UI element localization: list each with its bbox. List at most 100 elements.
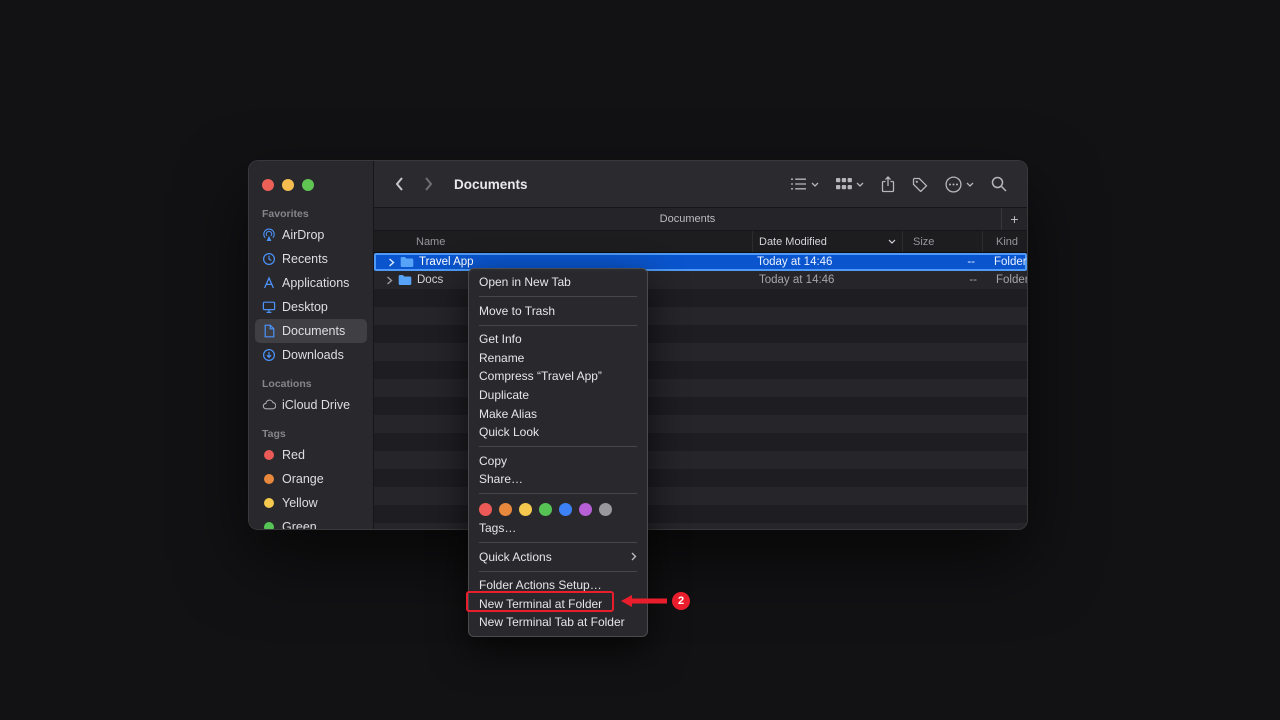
file-size: -- (903, 274, 983, 286)
clock-icon (262, 252, 276, 266)
search-button[interactable] (991, 176, 1007, 192)
menu-item-compress[interactable]: Compress “Travel App” (469, 367, 647, 386)
sidebar-item-label: Orange (282, 472, 324, 486)
desktop-icon (262, 300, 276, 314)
menu-item-label: Quick Actions (479, 548, 552, 567)
folder-icon (400, 256, 414, 268)
forward-button[interactable] (418, 173, 440, 195)
menu-item-open-in-new-tab[interactable]: Open in New Tab (469, 273, 647, 292)
tag-dot-blue[interactable] (559, 503, 572, 516)
sidebar-item-recents[interactable]: Recents (255, 247, 367, 271)
sidebar-item-label: iCloud Drive (282, 398, 350, 412)
tab-bar: Documents + (374, 207, 1027, 231)
sidebar-item-label: Applications (282, 276, 349, 290)
tag-dot-purple[interactable] (579, 503, 592, 516)
sidebar-item-label: Downloads (282, 348, 344, 362)
menu-item-make-alias[interactable]: Make Alias (469, 405, 647, 424)
tag-dot-green[interactable] (539, 503, 552, 516)
menu-item-copy[interactable]: Copy (469, 452, 647, 471)
close-window-button[interactable] (262, 179, 274, 191)
tag-dot-gray[interactable] (599, 503, 612, 516)
menu-item-new-terminal-tab-at-folder[interactable]: New Terminal Tab at Folder (469, 613, 647, 632)
annotation-highlight-box (466, 591, 614, 612)
view-options-button[interactable] (790, 177, 819, 191)
new-tab-button[interactable]: + (1001, 208, 1027, 230)
window-controls (249, 161, 373, 197)
sidebar-item-airdrop[interactable]: AirDrop (255, 223, 367, 247)
more-options-button[interactable] (945, 176, 974, 193)
chevron-down-icon (811, 182, 819, 187)
menu-item-move-to-trash[interactable]: Move to Trash (469, 302, 647, 321)
share-button[interactable] (881, 176, 895, 193)
menu-item-quick-actions[interactable]: Quick Actions (469, 548, 647, 567)
sidebar-item-tag-orange[interactable]: Orange (255, 467, 367, 491)
toolbar: Documents (374, 161, 1027, 207)
sidebar-item-tag-green[interactable]: Green (255, 515, 367, 529)
tag-dot-yellow[interactable] (519, 503, 532, 516)
menu-separator (479, 296, 637, 297)
folder-icon (398, 274, 412, 286)
menu-item-get-info[interactable]: Get Info (469, 330, 647, 349)
chevron-down-icon (966, 182, 974, 187)
group-icon (836, 177, 852, 191)
file-kind: Folder (983, 274, 1027, 286)
window-title: Documents (454, 177, 528, 192)
sidebar-item-tag-red[interactable]: Red (255, 443, 367, 467)
zoom-window-button[interactable] (302, 179, 314, 191)
menu-item-share[interactable]: Share… (469, 470, 647, 489)
sidebar-item-documents[interactable]: Documents (255, 319, 367, 343)
yellow-tag-icon (264, 498, 274, 508)
menu-tag-colors (469, 499, 647, 519)
tag-dot-red[interactable] (479, 503, 492, 516)
sidebar-item-applications[interactable]: Applications (255, 271, 367, 295)
tag-button[interactable] (912, 177, 928, 192)
sidebar-section-tags: Tags (262, 428, 373, 440)
chevron-left-icon (394, 176, 404, 192)
toolbar-actions (790, 176, 1007, 193)
column-headers: Name Date Modified Size Kind (374, 231, 1027, 253)
sidebar-item-label: Recents (282, 252, 328, 266)
menu-separator (479, 542, 637, 543)
search-icon (991, 176, 1007, 192)
tab-documents[interactable]: Documents (374, 213, 1001, 225)
group-by-button[interactable] (836, 177, 864, 191)
annotation-arrow (620, 594, 668, 608)
sidebar-item-label: Documents (282, 324, 345, 338)
red-tag-icon (264, 450, 274, 460)
sidebar-item-label: Red (282, 448, 305, 462)
menu-item-quick-look[interactable]: Quick Look (469, 423, 647, 442)
orange-tag-icon (264, 474, 274, 484)
sidebar: Favorites AirDrop Recents Applications (249, 161, 374, 529)
menu-item-rename[interactable]: Rename (469, 349, 647, 368)
sidebar-item-downloads[interactable]: Downloads (255, 343, 367, 367)
sort-chevron-icon (888, 239, 896, 244)
disclosure-chevron-icon[interactable] (388, 258, 395, 267)
column-header-date-modified[interactable]: Date Modified (753, 231, 903, 252)
column-header-name[interactable]: Name (374, 231, 753, 252)
sidebar-item-tag-yellow[interactable]: Yellow (255, 491, 367, 515)
chevron-right-icon (424, 176, 434, 192)
sidebar-item-icloud-drive[interactable]: iCloud Drive (255, 393, 367, 417)
submenu-chevron-icon (631, 552, 637, 561)
context-menu: Open in New Tab Move to Trash Get Info R… (468, 268, 648, 637)
menu-separator (479, 325, 637, 326)
airdrop-icon (262, 228, 276, 242)
menu-item-tags[interactable]: Tags… (469, 519, 647, 538)
tag-icon (912, 177, 928, 192)
column-header-size[interactable]: Size (903, 231, 983, 252)
sidebar-section-favorites: Favorites (262, 208, 373, 220)
documents-icon (262, 324, 276, 338)
back-button[interactable] (388, 173, 410, 195)
sidebar-section-locations: Locations (262, 378, 373, 390)
chevron-down-icon (856, 182, 864, 187)
sidebar-item-label: AirDrop (282, 228, 324, 242)
cloud-icon (262, 398, 276, 412)
tag-dot-orange[interactable] (499, 503, 512, 516)
minimize-window-button[interactable] (282, 179, 294, 191)
disclosure-chevron-icon[interactable] (386, 276, 393, 285)
menu-item-duplicate[interactable]: Duplicate (469, 386, 647, 405)
sidebar-item-desktop[interactable]: Desktop (255, 295, 367, 319)
more-options-icon (945, 176, 962, 193)
column-header-kind[interactable]: Kind (983, 231, 1027, 252)
share-icon (881, 176, 895, 193)
